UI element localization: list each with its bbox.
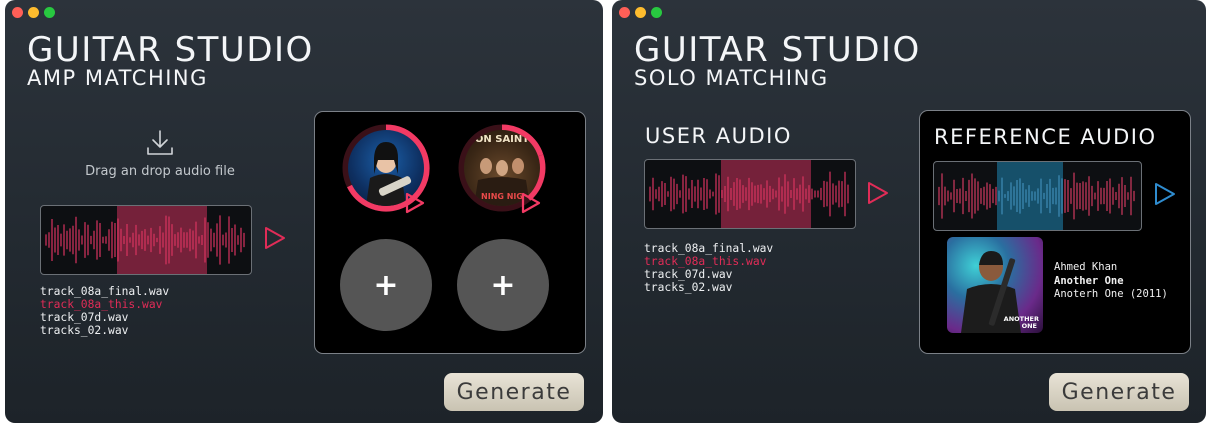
file-list-item[interactable]: track_08a_final.wav	[40, 285, 169, 298]
waveform-bars	[649, 171, 849, 217]
play-icon[interactable]	[263, 226, 287, 250]
app-title: GUITAR STUDIO	[27, 30, 314, 70]
track-artist: Ahmed Khan	[1054, 261, 1118, 273]
reference-audio-waveform[interactable]	[933, 161, 1142, 231]
band-avatar[interactable]: ON SAINT NING NIG	[458, 124, 546, 214]
minimize-window-button[interactable]	[635, 7, 646, 18]
play-icon[interactable]	[866, 181, 890, 205]
play-icon[interactable]	[1153, 182, 1177, 206]
close-window-button[interactable]	[12, 7, 23, 18]
generate-button[interactable]: Generate	[444, 373, 584, 411]
close-window-button[interactable]	[619, 7, 630, 18]
page-subtitle: SOLO MATCHING	[634, 66, 829, 90]
add-artist-button[interactable]: +	[457, 239, 549, 331]
download-icon	[147, 130, 173, 155]
audio-drop-zone[interactable]: Drag an drop audio file	[65, 128, 255, 179]
file-list: track_08a_final.wav track_08a_this.wav t…	[40, 285, 169, 337]
artist-avatar[interactable]	[342, 124, 430, 214]
file-list-item-active[interactable]: track_08a_this.wav	[40, 298, 169, 311]
album-cover[interactable]: ANOTHER ONE	[947, 237, 1043, 333]
file-list-item[interactable]: tracks_02.wav	[40, 324, 169, 337]
track-title: Another One	[1054, 274, 1124, 287]
user-audio-label: USER AUDIO	[645, 124, 792, 148]
reference-panel: REFERENCE AUDIO ANOTHER ONE Ahmed Khan A…	[919, 110, 1191, 354]
page-subtitle: AMP MATCHING	[27, 66, 208, 90]
window-controls	[12, 7, 55, 18]
app-title: GUITAR STUDIO	[634, 30, 921, 70]
play-icon[interactable]	[520, 192, 542, 214]
window-controls	[619, 7, 662, 18]
track-album: Anoterh One (2011)	[1054, 288, 1168, 300]
amp-matching-window: GUITAR STUDIO AMP MATCHING Drag an drop …	[5, 0, 603, 423]
file-list-item[interactable]: track_07d.wav	[40, 311, 169, 324]
maximize-window-button[interactable]	[44, 7, 55, 18]
file-list-item[interactable]: tracks_02.wav	[644, 281, 773, 294]
generate-button[interactable]: Generate	[1049, 373, 1189, 411]
minimize-window-button[interactable]	[28, 7, 39, 18]
file-list-item-active[interactable]: track_08a_this.wav	[644, 255, 773, 268]
file-list-item[interactable]: track_07d.wav	[644, 268, 773, 281]
reference-audio-label: REFERENCE AUDIO	[934, 125, 1157, 149]
user-audio-waveform[interactable]	[644, 159, 856, 229]
audio-waveform[interactable]	[40, 205, 252, 275]
album-cover-text: ONE	[1021, 322, 1037, 330]
waveform-bars	[938, 172, 1135, 220]
play-icon[interactable]	[404, 192, 426, 214]
solo-matching-window: GUITAR STUDIO SOLO MATCHING USER AUDIO t…	[612, 0, 1206, 423]
add-artist-button[interactable]: +	[340, 239, 432, 331]
waveform-bars	[45, 215, 245, 265]
band-name-text: ON SAINT	[474, 134, 530, 145]
drop-zone-label: Drag an drop audio file	[85, 164, 235, 179]
file-list: track_08a_final.wav track_08a_this.wav t…	[644, 242, 773, 294]
file-list-item[interactable]: track_08a_final.wav	[644, 242, 773, 255]
track-info: Ahmed Khan Another One Anoterh One (2011…	[1054, 261, 1168, 302]
maximize-window-button[interactable]	[651, 7, 662, 18]
artist-panel: ON SAINT NING NIG + +	[314, 111, 586, 354]
